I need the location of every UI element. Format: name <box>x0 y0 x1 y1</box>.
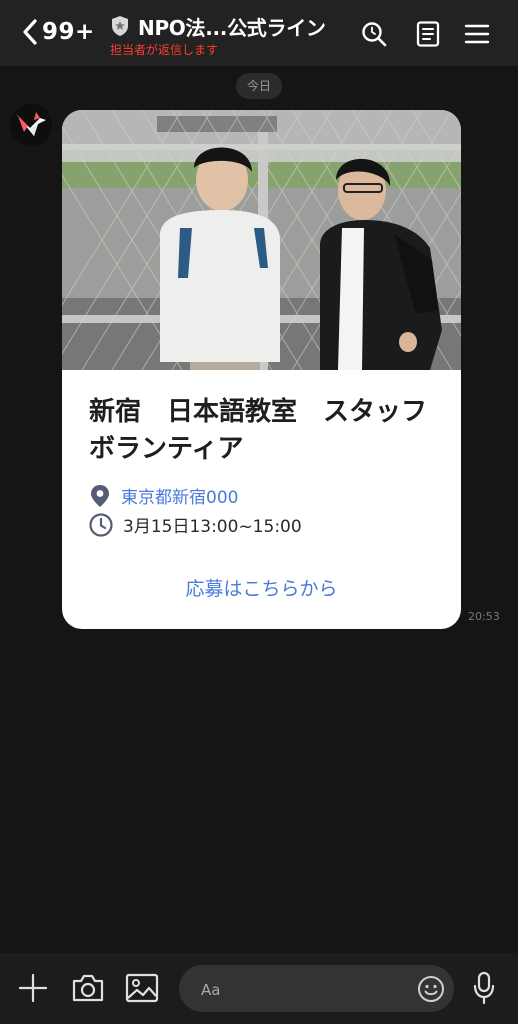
message-input[interactable] <box>199 965 403 1014</box>
shield-star-icon <box>112 16 128 36</box>
location-row[interactable]: 東京都新宿000 <box>89 483 238 508</box>
clock-icon <box>89 512 113 537</box>
message-timestamp: 20:53 <box>468 610 500 623</box>
chat-title-area[interactable]: NPO法...公式ライン 担当者が返信します <box>110 12 346 58</box>
notes-icon[interactable] <box>414 20 442 48</box>
search-icon[interactable] <box>360 20 388 48</box>
chevron-left-icon <box>23 19 37 45</box>
chat-subtitle: 担当者が返信します <box>110 43 219 57</box>
image-icon[interactable] <box>125 973 159 1003</box>
menu-icon[interactable] <box>463 20 491 48</box>
avatar[interactable] <box>10 104 52 146</box>
plus-icon[interactable] <box>18 973 48 1003</box>
event-photo <box>62 110 461 370</box>
back-button[interactable]: 99+ <box>22 18 95 46</box>
event-card[interactable]: 新宿 日本語教室 スタッフボランティア 東京都新宿000 3月15日13:00~… <box>62 110 461 629</box>
chat-title: NPO法...公式ライン <box>138 15 326 40</box>
emoji-icon[interactable] <box>417 975 445 1003</box>
mic-icon[interactable] <box>472 971 496 1005</box>
location-pin-icon <box>91 484 109 507</box>
datetime-row: 3月15日13:00~15:00 <box>89 512 302 537</box>
chat-header: 99+ NPO法...公式ライン 担当者が返信します <box>0 0 518 66</box>
event-location[interactable]: 東京都新宿000 <box>121 483 238 508</box>
paper-crane-logo <box>10 104 52 146</box>
apply-button[interactable]: 応募はこちらから <box>62 574 461 601</box>
event-title: 新宿 日本語教室 スタッフボランティア <box>89 397 428 464</box>
camera-icon[interactable] <box>71 972 105 1004</box>
unread-count: 99+ <box>42 19 95 45</box>
event-datetime: 3月15日13:00~15:00 <box>123 517 302 537</box>
message-input-box[interactable] <box>179 965 454 1014</box>
date-separator: 今日 <box>236 73 282 99</box>
